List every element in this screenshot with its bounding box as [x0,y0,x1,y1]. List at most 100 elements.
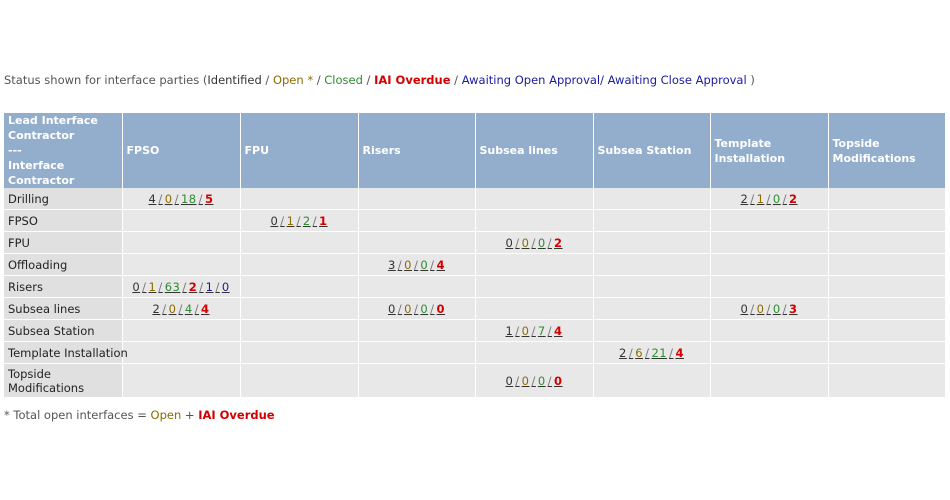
identified-count[interactable]: 2 [152,302,160,316]
overdue-count[interactable]: 2 [789,192,798,206]
status-counts-link[interactable]: 0/0/0/0 [505,374,562,388]
overdue-count[interactable]: 4 [201,302,210,316]
status-counts-link[interactable]: 0/0/0/2 [505,236,562,250]
matrix-cell [122,231,241,254]
matrix-cell[interactable]: 0/0/0/2 [475,231,594,254]
matrix-cell [828,188,945,210]
overdue-count[interactable]: 4 [554,324,563,338]
open-count[interactable]: 0 [404,258,412,272]
awaiting-close-count[interactable]: 0 [222,280,230,294]
open-count[interactable]: 0 [522,374,530,388]
status-counts-link[interactable]: 4/0/18/5 [149,192,214,206]
identified-count[interactable]: 3 [388,258,396,272]
footnote-plus: + [181,408,199,422]
row-header: Subsea lines [4,297,123,320]
open-count[interactable]: 1 [287,214,295,228]
identified-count[interactable]: 0 [505,374,513,388]
identified-count[interactable]: 0 [505,236,513,250]
closed-count[interactable]: 0 [538,236,546,250]
overdue-count[interactable]: 4 [675,346,684,360]
open-count[interactable]: 0 [404,302,412,316]
overdue-count[interactable]: 2 [554,236,563,250]
status-counts-link[interactable]: 2/0/4/4 [152,302,209,316]
overdue-count[interactable]: 4 [437,258,446,272]
identified-count[interactable]: 4 [149,192,157,206]
identified-count[interactable]: 1 [505,324,513,338]
count-separator: / [158,279,163,294]
closed-count[interactable]: 18 [181,192,197,206]
matrix-cell[interactable]: 3/0/0/4 [358,253,476,276]
matrix-cell [593,297,711,320]
identified-count[interactable]: 0 [740,302,748,316]
matrix-cell [358,275,476,298]
status-counts-link[interactable]: 3/0/0/4 [388,258,445,272]
open-count[interactable]: 0 [522,324,530,338]
status-counts-link[interactable]: 2/6/21/4 [619,346,684,360]
status-counts-link[interactable]: 0/1/63/2/1/0 [132,280,229,294]
matrix-cell[interactable]: 0/0/0/0 [475,363,594,398]
matrix-cell[interactable]: 0/1/63/2/1/0 [122,275,241,298]
overdue-count[interactable]: 1 [319,214,328,228]
closed-count[interactable]: 4 [185,302,193,316]
status-counts-link[interactable]: 0/0/0/3 [740,302,797,316]
overdue-count[interactable]: 0 [554,374,563,388]
closed-count[interactable]: 21 [651,346,667,360]
count-separator: / [178,301,183,316]
legend-overdue: IAI Overdue [374,73,451,87]
open-count[interactable]: 1 [757,192,765,206]
count-separator: / [312,213,318,228]
open-count[interactable]: 1 [149,280,157,294]
matrix-cell [358,188,476,210]
matrix-cell[interactable]: 2/1/0/2 [710,188,829,210]
closed-count[interactable]: 7 [538,324,546,338]
overdue-count[interactable]: 2 [189,280,198,294]
count-separator: / [199,279,204,294]
closed-count[interactable]: 63 [165,280,181,294]
overdue-count[interactable]: 0 [437,302,446,316]
identified-count[interactable]: 0 [388,302,396,316]
status-counts-link[interactable]: 0/1/2/1 [270,214,327,228]
column-header: Subsea Station [593,113,711,188]
matrix-cell[interactable]: 2/6/21/4 [593,341,711,364]
identified-count[interactable]: 0 [132,280,140,294]
count-separator: / [182,279,187,294]
matrix-cell [358,363,476,398]
matrix-cell[interactable]: 2/0/4/4 [122,297,241,320]
closed-count[interactable]: 0 [420,258,428,272]
identified-count[interactable]: 2 [740,192,748,206]
awaiting-open-count[interactable]: 1 [206,280,214,294]
matrix-cell[interactable]: 1/0/7/4 [475,319,594,342]
closed-count[interactable]: 2 [303,214,311,228]
closed-count[interactable]: 0 [538,374,546,388]
matrix-cell [828,275,945,298]
column-header: Template Installation [710,113,829,188]
status-counts-link[interactable]: 2/1/0/2 [740,192,797,206]
matrix-cell [828,253,945,276]
closed-count[interactable]: 0 [773,192,781,206]
status-counts-link[interactable]: 0/0/0/0 [388,302,445,316]
matrix-cell[interactable]: 0/1/2/1 [240,209,359,232]
closed-count[interactable]: 0 [773,302,781,316]
matrix-cell [240,275,359,298]
matrix-cell[interactable]: 0/0/0/0 [358,297,476,320]
identified-count[interactable]: 2 [619,346,627,360]
matrix-cell [240,188,359,210]
count-separator: / [194,301,200,316]
matrix-cell[interactable]: 0/0/0/3 [710,297,829,320]
open-count[interactable]: 0 [757,302,765,316]
open-count[interactable]: 0 [165,192,173,206]
status-counts-link[interactable]: 1/0/7/4 [505,324,562,338]
count-separator: / [515,235,520,250]
closed-count[interactable]: 0 [420,302,428,316]
overdue-count[interactable]: 3 [789,302,798,316]
overdue-count[interactable]: 5 [205,192,214,206]
identified-count[interactable]: 0 [270,214,278,228]
row-header: Offloading [4,253,123,276]
open-count[interactable]: 6 [635,346,643,360]
matrix-cell [475,297,594,320]
open-count[interactable]: 0 [522,236,530,250]
count-separator: / [430,301,435,316]
open-count[interactable]: 0 [169,302,177,316]
matrix-cell [240,319,359,342]
matrix-cell[interactable]: 4/0/18/5 [122,188,241,210]
